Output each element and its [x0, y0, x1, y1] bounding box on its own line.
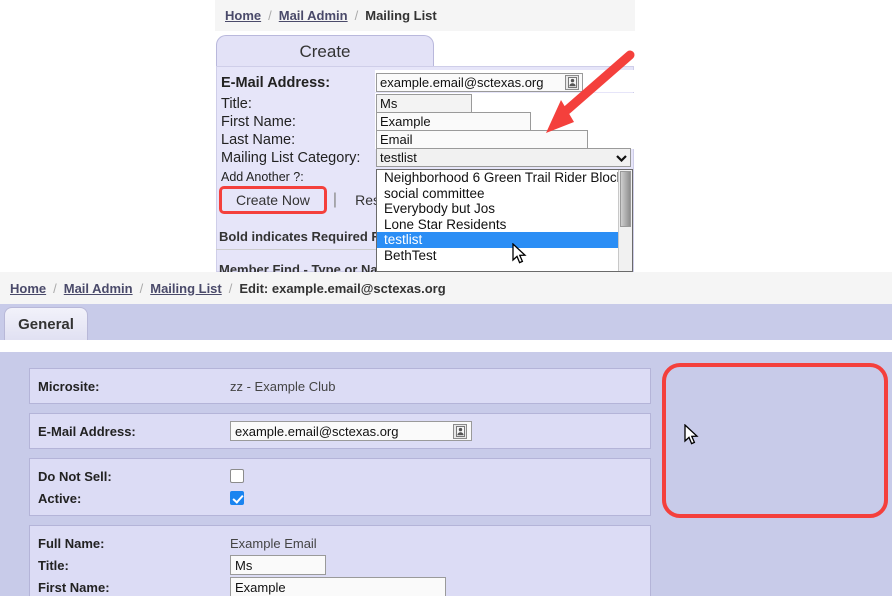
contact-card-icon[interactable] [453, 423, 467, 439]
field-label-title: Title: [38, 557, 69, 573]
first-name-value: Example [235, 579, 286, 595]
breadcrumb-item-mailing-list[interactable]: Mailing List [150, 281, 222, 296]
tab-strip [0, 340, 892, 352]
screenshot-root: Home / Mail Admin / Mailing List Create … [0, 0, 892, 596]
field-label-email: E-Mail Address: [38, 423, 136, 439]
breadcrumb-separator: / [268, 8, 272, 23]
tab-general[interactable]: General [4, 307, 88, 341]
do-not-sell-checkbox[interactable] [230, 469, 244, 483]
field-label-last-name: Last Name: [221, 131, 296, 148]
breadcrumb-item-mail-admin[interactable]: Mail Admin [64, 281, 133, 296]
breadcrumb-separator: / [53, 280, 57, 296]
first-name-input[interactable]: Example [230, 577, 446, 596]
field-label-do-not-sell: Do Not Sell: [38, 468, 112, 484]
field-row-title: Title: Ms [30, 554, 650, 576]
create-now-button[interactable]: Create Now [219, 186, 327, 214]
clipped-bottom-text: Member Find - Type or Name [219, 262, 397, 272]
edit-mailing-list-screenshot: Home / Mail Admin / Mailing List / Edit:… [0, 272, 892, 596]
chevron-down-icon[interactable] [616, 150, 627, 165]
tab-general-label: General [18, 316, 74, 333]
field-row-mailing-list-category: Mailing List Category: testlist [221, 148, 631, 167]
mailing-list-category-select[interactable]: testlist [376, 148, 631, 167]
breadcrumb-item-edit: Edit: example.email@sctexas.org [239, 280, 446, 296]
full-name-value: Example Email [230, 535, 317, 551]
field-label-email: E-Mail Address: [221, 74, 331, 91]
fieldset-microsite: Microsite: zz - Example Club [29, 368, 651, 404]
last-name-value: Email [380, 132, 413, 147]
email-address-input[interactable]: example.email@sctexas.org [230, 421, 472, 441]
email-address-value: example.email@sctexas.org [235, 423, 399, 439]
breadcrumb-item-mailing-list: Mailing List [365, 8, 437, 23]
field-row-microsite: Microsite: zz - Example Club [30, 375, 650, 397]
dropdown-option[interactable]: Everybody but Jos [377, 201, 632, 217]
field-label-first-name: First Name: [221, 113, 296, 130]
create-mailing-list-screenshot: Home / Mail Admin / Mailing List Create … [0, 0, 892, 272]
required-fields-note: Bold indicates Required Fiel [219, 229, 394, 244]
field-label-first-name: First Name: [38, 579, 110, 595]
title-value: Ms [380, 96, 398, 111]
fieldset-email: E-Mail Address: example.email@sctexas.or… [29, 413, 651, 449]
field-row-full-name: Full Name: Example Email [30, 532, 650, 554]
breadcrumb: Home / Mail Admin / Mailing List / Edit:… [0, 272, 892, 304]
field-row-first-name: First Name: Example [221, 112, 531, 131]
tab-create-label: Create [299, 41, 351, 61]
field-label-microsite: Microsite: [38, 378, 100, 394]
field-row-active: Active: [30, 487, 650, 509]
tab-strip-underline [0, 352, 892, 356]
breadcrumb-item-mail-admin[interactable]: Mail Admin [279, 8, 348, 23]
general-form: Microsite: zz - Example Club E-Mail Addr… [29, 368, 651, 596]
field-label-mailing-list-category: Mailing List Category: [221, 149, 361, 166]
breadcrumb-item-home[interactable]: Home [10, 281, 46, 296]
field-row-do-not-sell: Do Not Sell: [30, 465, 650, 487]
field-label-add-another: Add Another ?: [221, 169, 304, 184]
breadcrumb-separator: / [228, 280, 233, 296]
breadcrumb-separator: / [139, 280, 144, 296]
dropdown-option[interactable]: Lone Star Residents [377, 217, 632, 233]
field-label-full-name: Full Name: [38, 535, 105, 551]
dropdown-scrollbar[interactable] [618, 170, 632, 271]
field-row-email: E-Mail Address: example.email@sctexas.or… [30, 420, 650, 442]
mailing-list-category-value: testlist [380, 150, 417, 165]
field-label-active: Active: [38, 490, 82, 506]
red-arrow-annotation [530, 50, 638, 145]
mailing-list-category-dropdown[interactable]: Neighborhood 6 Green Trail Rider Block (… [376, 169, 633, 272]
button-separator: | [332, 191, 338, 208]
dropdown-option[interactable]: social committee [377, 186, 632, 202]
fieldset-flags: Do Not Sell: Active: [29, 458, 651, 516]
title-input[interactable]: Ms [230, 555, 326, 575]
field-row-add-another: Add Another ?: [221, 167, 376, 186]
first-name-input[interactable]: Example [376, 112, 531, 131]
active-checkbox[interactable] [230, 491, 244, 505]
title-value: Ms [235, 557, 253, 573]
fieldset-name: Full Name: Example Email Title: Ms First… [29, 525, 651, 596]
breadcrumb-separator: / [354, 8, 359, 23]
field-row-first-name: First Name: Example [30, 576, 650, 596]
first-name-value: Example [380, 114, 431, 129]
email-address-value: example.email@sctexas.org [380, 75, 544, 90]
title-input[interactable]: Ms [376, 94, 472, 113]
breadcrumb: Home / Mail Admin / Mailing List [215, 0, 635, 31]
field-label-title: Title: [221, 95, 252, 112]
field-row-title: Title: Ms [221, 94, 472, 113]
dropdown-option[interactable]: BethTest [377, 248, 632, 264]
tab-create[interactable]: Create [216, 35, 434, 67]
dropdown-option-selected[interactable]: testlist [377, 232, 632, 248]
breadcrumb-item-home[interactable]: Home [225, 8, 261, 23]
dropdown-scrollbar-thumb[interactable] [620, 171, 631, 227]
microsite-value: zz - Example Club [230, 378, 336, 394]
dropdown-option[interactable]: Neighborhood 6 Green Trail Rider Block (… [377, 170, 632, 186]
